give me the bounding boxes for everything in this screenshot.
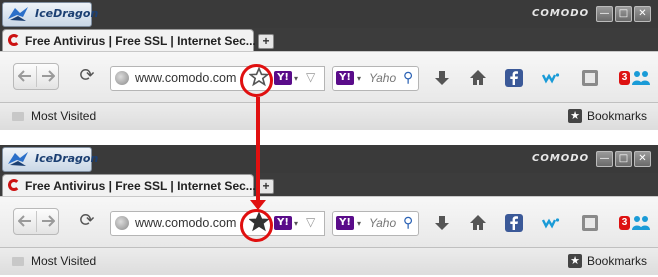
url-text: www.comodo.com — [135, 71, 237, 85]
yahoo-search-icon: Y! — [336, 71, 354, 85]
arrow-left-icon — [17, 215, 31, 227]
search-box[interactable]: Y! ▾ Yaho ⚲ — [332, 211, 419, 236]
brand-logo: COMODO — [532, 153, 590, 164]
most-visited-link[interactable]: Most Visited — [31, 254, 96, 268]
close-button[interactable]: ✕ — [634, 151, 651, 167]
minimize-button[interactable]: — — [596, 6, 613, 22]
back-button[interactable] — [14, 64, 36, 89]
search-engine-selector[interactable]: Y! ▾ ▽ — [272, 66, 325, 91]
most-visited-link[interactable]: Most Visited — [31, 109, 96, 123]
globe-icon — [115, 71, 129, 85]
back-forward-group — [13, 63, 59, 90]
arrow-right-icon — [42, 70, 56, 82]
dragon-logo-icon — [8, 7, 28, 21]
screenshot-icon[interactable] — [580, 68, 600, 88]
url-text: www.comodo.com — [135, 216, 237, 230]
app-menu-button[interactable]: IceDragon — [2, 2, 98, 27]
people-icon[interactable] — [631, 213, 651, 233]
yahoo-search-icon: Y! — [336, 216, 354, 230]
nav-toolbar: ⟳ www.comodo.com Y! ▾ ▽ Y! ▾ Yaho ⚲ 3 — [0, 196, 658, 247]
bookmarks-star-icon: ★ — [568, 254, 582, 268]
search-caret-icon: ▾ — [357, 74, 362, 83]
search-engine-selector[interactable]: Y! ▾ ▽ — [272, 211, 325, 236]
bookmarks-menu[interactable]: Bookmarks — [587, 109, 647, 123]
url-dropdown-icon[interactable]: ▽ — [306, 70, 315, 84]
app-menu-button[interactable]: IceDragon — [2, 147, 98, 172]
tab-title: Free Antivirus | Free SSL | Internet Sec… — [25, 34, 256, 48]
home-icon[interactable] — [468, 213, 488, 233]
yahoo-icon: Y! — [274, 216, 292, 230]
magnifier-icon[interactable]: ⚲ — [403, 69, 413, 86]
home-icon[interactable] — [468, 68, 488, 88]
minimize-button[interactable]: — — [596, 151, 613, 167]
notification-badge[interactable]: 3 — [619, 71, 630, 85]
back-button[interactable] — [14, 209, 36, 234]
magnifier-icon[interactable]: ⚲ — [403, 214, 413, 231]
comodo-favicon-icon — [8, 34, 20, 46]
folder-icon — [12, 112, 24, 121]
bookmarks-menu[interactable]: Bookmarks — [587, 254, 647, 268]
highlight-circle-bottom — [240, 209, 273, 242]
facebook-icon[interactable] — [504, 68, 524, 88]
arrow-left-icon — [17, 70, 31, 82]
back-forward-group — [13, 208, 59, 235]
bookmarks-bar: Most Visited ★ Bookmarks — [0, 247, 658, 275]
search-placeholder: Yaho — [369, 216, 397, 230]
new-tab-button[interactable]: + — [258, 179, 274, 194]
browser-window-after: IceDragon COMODO — □ ✕ Free Antivirus | … — [0, 145, 658, 275]
new-tab-button[interactable]: + — [258, 34, 274, 49]
dragon-logo-icon — [8, 152, 28, 166]
tab-active[interactable]: Free Antivirus | Free SSL | Internet Sec… — [2, 174, 256, 197]
app-menu-label: IceDragon — [35, 152, 99, 165]
nav-toolbar: ⟳ www.comodo.com Y! ▾ ▽ Y! ▾ Yaho ⚲ 3 — [0, 51, 658, 102]
engine-caret-icon: ▾ — [294, 219, 299, 228]
annotation-arrow-line — [256, 97, 260, 205]
title-bar: IceDragon COMODO — □ ✕ — [0, 145, 658, 173]
reload-button[interactable]: ⟳ — [76, 66, 98, 88]
maximize-button[interactable]: □ — [615, 151, 632, 167]
globe-icon — [115, 216, 129, 230]
forward-button[interactable] — [37, 64, 59, 89]
download-icon[interactable] — [432, 68, 452, 88]
facebook-icon[interactable] — [504, 213, 524, 233]
folder-icon — [12, 257, 24, 266]
bookmarks-bar: Most Visited ★ Bookmarks — [0, 102, 658, 130]
forward-button[interactable] — [37, 209, 59, 234]
maximize-button[interactable]: □ — [615, 6, 632, 22]
download-icon[interactable] — [432, 213, 452, 233]
share-icon[interactable] — [541, 68, 561, 88]
reload-button[interactable]: ⟳ — [76, 211, 98, 233]
people-icon[interactable] — [631, 68, 651, 88]
engine-caret-icon: ▾ — [294, 74, 299, 83]
share-icon[interactable] — [541, 213, 561, 233]
title-bar: IceDragon COMODO — □ ✕ — [0, 0, 658, 28]
close-button[interactable]: ✕ — [634, 6, 651, 22]
search-box[interactable]: Y! ▾ Yaho ⚲ — [332, 66, 419, 91]
search-caret-icon: ▾ — [357, 219, 362, 228]
bookmarks-star-icon: ★ — [568, 109, 582, 123]
browser-window-before: IceDragon COMODO — □ ✕ Free Antivirus | … — [0, 0, 658, 130]
screenshot-icon[interactable] — [580, 213, 600, 233]
app-menu-label: IceDragon — [35, 7, 99, 20]
comodo-favicon-icon — [8, 179, 20, 191]
notification-badge[interactable]: 3 — [619, 216, 630, 230]
tab-title: Free Antivirus | Free SSL | Internet Sec… — [25, 179, 256, 193]
arrow-right-icon — [42, 215, 56, 227]
brand-logo: COMODO — [532, 8, 590, 19]
tab-active[interactable]: Free Antivirus | Free SSL | Internet Sec… — [2, 29, 256, 52]
url-dropdown-icon[interactable]: ▽ — [306, 215, 315, 229]
search-placeholder: Yaho — [369, 71, 397, 85]
highlight-circle-top — [240, 64, 273, 97]
yahoo-icon: Y! — [274, 71, 292, 85]
